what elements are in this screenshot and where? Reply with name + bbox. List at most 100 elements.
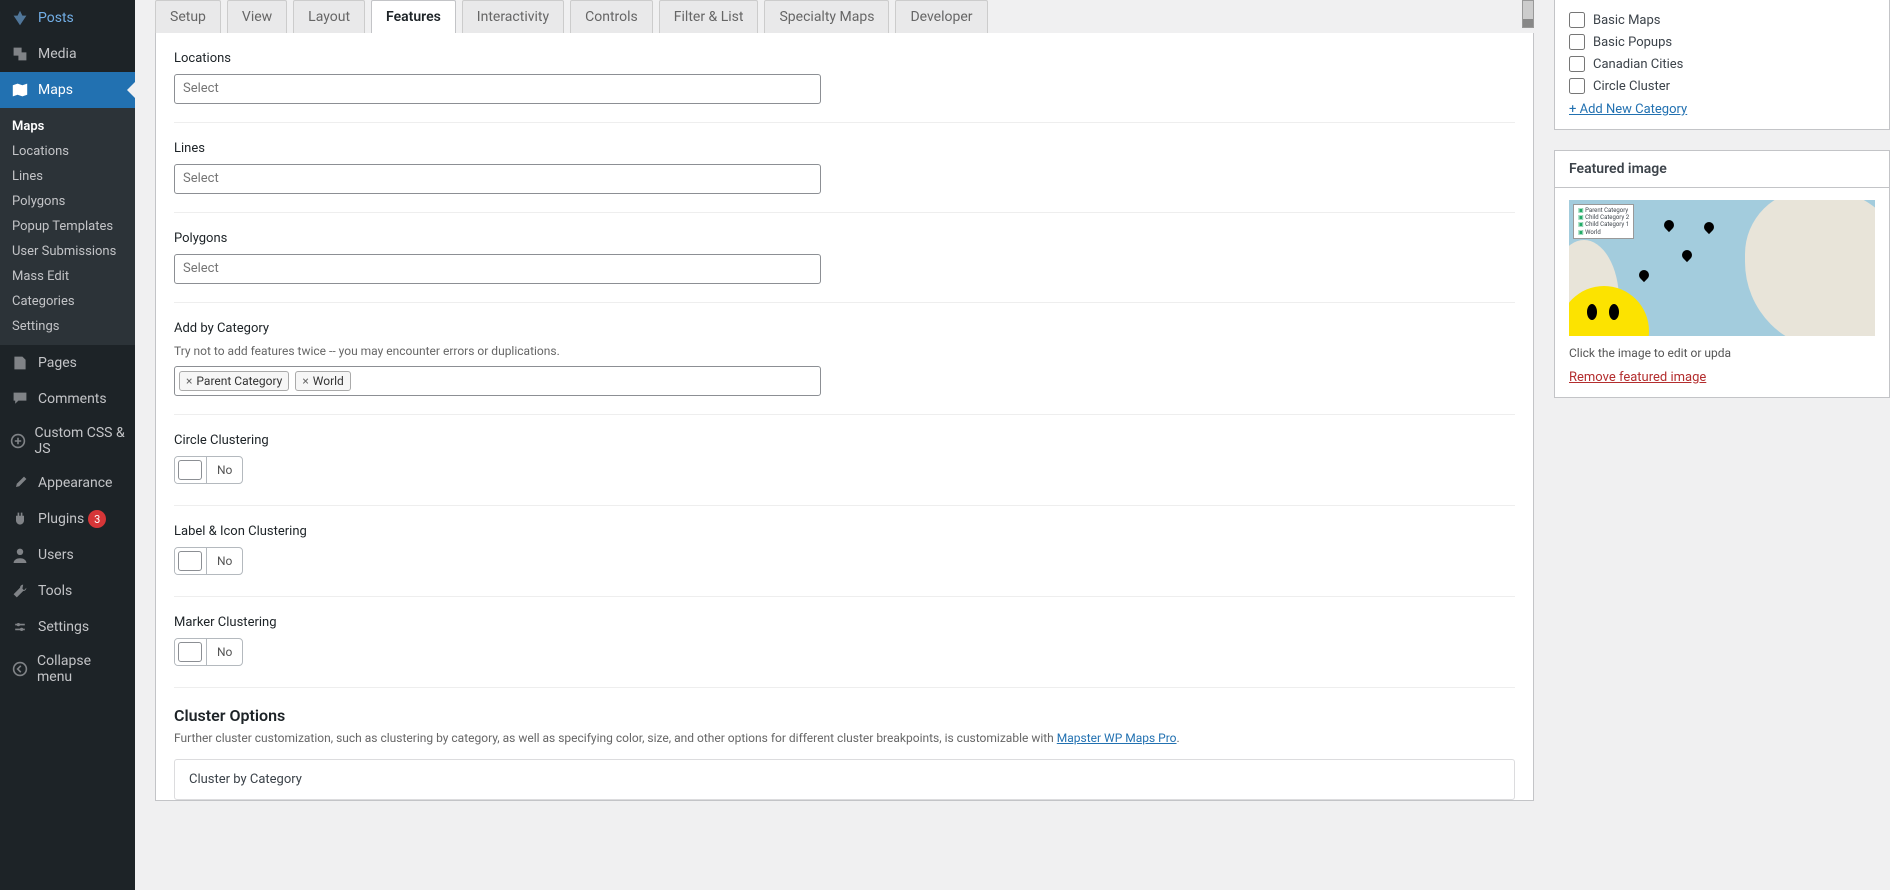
- category-label: Basic Popups: [1593, 35, 1672, 50]
- tab-layout[interactable]: Layout: [293, 0, 365, 33]
- tag-world[interactable]: × World: [295, 371, 350, 391]
- category-basic-maps[interactable]: Basic Maps: [1569, 12, 1875, 28]
- sidebar-item-users[interactable]: Users: [0, 537, 135, 573]
- category-list: Basic Maps Basic Popups Canadian Cities …: [1569, 12, 1875, 94]
- category-label: Canadian Cities: [1593, 57, 1683, 72]
- locations-select[interactable]: Select: [174, 74, 821, 104]
- sidebar-item-posts[interactable]: Posts: [0, 0, 135, 36]
- sidebar-item-media[interactable]: Media: [0, 36, 135, 72]
- tab-interactivity[interactable]: Interactivity: [462, 0, 564, 33]
- cluster-options-help: Further cluster customization, such as c…: [174, 731, 1515, 745]
- cluster-help-post: .: [1177, 731, 1180, 745]
- media-icon: [10, 44, 30, 64]
- sidebar-item-label: Appearance: [38, 475, 112, 491]
- sidebar-item-label: Collapse menu: [37, 653, 125, 685]
- admin-sidebar: Posts Media Maps Maps Locations Lines Po…: [0, 0, 135, 890]
- tab-view[interactable]: View: [227, 0, 287, 33]
- tab-features[interactable]: Features: [371, 0, 456, 33]
- featured-image-box: Featured image Parent Category Child Cat…: [1554, 150, 1890, 398]
- category-basic-popups[interactable]: Basic Popups: [1569, 34, 1875, 50]
- submenu-item-lines[interactable]: Lines: [0, 164, 135, 189]
- submenu-item-polygons[interactable]: Polygons: [0, 189, 135, 214]
- remove-tag-icon[interactable]: ×: [186, 374, 192, 388]
- sidebar-item-label: Media: [38, 46, 77, 62]
- featured-image-thumbnail[interactable]: Parent Category Child Category 2 Child C…: [1569, 200, 1875, 336]
- locations-label: Locations: [174, 51, 1515, 66]
- circle-clustering-toggle[interactable]: No: [174, 456, 243, 484]
- sidebar-item-maps[interactable]: Maps: [0, 72, 135, 108]
- sidebar-item-label: Users: [38, 547, 74, 563]
- label-icon-clustering-toggle[interactable]: No: [174, 547, 243, 575]
- tabs: Setup View Layout Features Interactivity…: [155, 0, 1534, 33]
- add-by-category-label: Add by Category: [174, 321, 1515, 336]
- circle-clustering-label: Circle Clustering: [174, 433, 1515, 448]
- tab-filter-list[interactable]: Filter & List: [659, 0, 759, 33]
- add-new-category-link[interactable]: + Add New Category: [1569, 102, 1687, 117]
- tabs-scroll[interactable]: [1522, 0, 1534, 28]
- tag-parent-category[interactable]: ×Parent Category: [179, 371, 289, 391]
- polygons-label: Polygons: [174, 231, 1515, 246]
- category-checkbox[interactable]: [1569, 78, 1585, 94]
- tab-specialty-maps[interactable]: Specialty Maps: [764, 0, 889, 33]
- tab-controls[interactable]: Controls: [570, 0, 653, 33]
- sidebar-item-custom-css-js[interactable]: Custom CSS & JS: [0, 417, 135, 465]
- category-checkbox[interactable]: [1569, 34, 1585, 50]
- remove-tag-icon[interactable]: ×: [302, 374, 308, 388]
- right-column: Basic Maps Basic Popups Canadian Cities …: [1554, 0, 1890, 890]
- sidebar-item-plugins[interactable]: Plugins 3: [0, 501, 135, 537]
- toggle-value: No: [207, 645, 242, 659]
- sidebar-item-pages[interactable]: Pages: [0, 345, 135, 381]
- sidebar-item-label: Custom CSS & JS: [35, 425, 126, 457]
- submenu-item-settings[interactable]: Settings: [0, 314, 135, 339]
- cluster-by-category-label: Cluster by Category: [189, 772, 302, 787]
- sidebar-item-collapse[interactable]: Collapse menu: [0, 645, 135, 693]
- sidebar-item-appearance[interactable]: Appearance: [0, 465, 135, 501]
- submenu-item-popup-templates[interactable]: Popup Templates: [0, 214, 135, 239]
- featured-image-heading: Featured image: [1555, 151, 1889, 188]
- featured-image-hint: Click the image to edit or upda: [1569, 346, 1875, 360]
- submenu-item-categories[interactable]: Categories: [0, 289, 135, 314]
- sidebar-item-label: Plugins: [38, 511, 84, 527]
- wrench-icon: [10, 581, 30, 601]
- lines-select[interactable]: Select: [174, 164, 821, 194]
- sidebar-item-tools[interactable]: Tools: [0, 573, 135, 609]
- category-circle-cluster[interactable]: Circle Cluster: [1569, 78, 1875, 94]
- map-pin-icon: [1680, 248, 1694, 262]
- label-icon-clustering-label: Label & Icon Clustering: [174, 524, 1515, 539]
- sidebar-item-label: Pages: [38, 355, 77, 371]
- tab-setup[interactable]: Setup: [155, 0, 221, 33]
- marker-clustering-toggle[interactable]: No: [174, 638, 243, 666]
- sidebar-item-label: Posts: [38, 10, 74, 26]
- map-pin-icon: [1662, 218, 1676, 232]
- polygons-select[interactable]: Select: [174, 254, 821, 284]
- main-content: Setup View Layout Features Interactivity…: [135, 0, 1554, 890]
- submenu-item-maps[interactable]: Maps: [0, 114, 135, 139]
- sidebar-submenu: Maps Locations Lines Polygons Popup Temp…: [0, 108, 135, 345]
- thumb-legend: Parent Category Child Category 2 Child C…: [1573, 204, 1634, 239]
- tag-label: World: [313, 374, 344, 388]
- category-checkbox[interactable]: [1569, 56, 1585, 72]
- submenu-item-mass-edit[interactable]: Mass Edit: [0, 264, 135, 289]
- sidebar-item-comments[interactable]: Comments: [0, 381, 135, 417]
- add-by-category-help: Try not to add features twice -- you may…: [174, 344, 1515, 358]
- category-canadian-cities[interactable]: Canadian Cities: [1569, 56, 1875, 72]
- smiley-icon: [1569, 286, 1649, 336]
- sidebar-item-label: Settings: [38, 619, 89, 635]
- lines-label: Lines: [174, 141, 1515, 156]
- map-pin-icon: [1702, 220, 1716, 234]
- mapster-pro-link[interactable]: Mapster WP Maps Pro: [1057, 731, 1177, 745]
- submenu-item-user-submissions[interactable]: User Submissions: [0, 239, 135, 264]
- tab-developer[interactable]: Developer: [895, 0, 987, 33]
- category-label: Basic Maps: [1593, 13, 1661, 28]
- sidebar-item-settings[interactable]: Settings: [0, 609, 135, 645]
- plus-icon: [10, 431, 27, 451]
- add-by-category-select[interactable]: ×Parent Category × World: [174, 366, 821, 396]
- remove-featured-image-link[interactable]: Remove featured image: [1569, 370, 1706, 385]
- user-icon: [10, 545, 30, 565]
- submenu-item-locations[interactable]: Locations: [0, 139, 135, 164]
- toggle-value: No: [207, 554, 242, 568]
- pages-icon: [10, 353, 30, 373]
- category-checkbox[interactable]: [1569, 12, 1585, 28]
- plugins-badge: 3: [88, 510, 106, 528]
- map-icon: [10, 80, 30, 100]
